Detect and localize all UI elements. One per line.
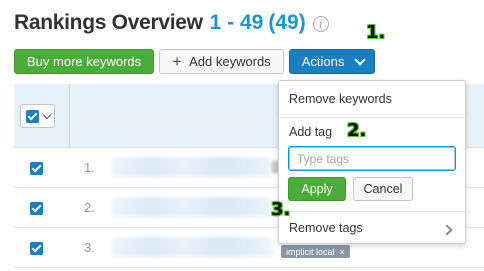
add-tag-label: Add tag <box>289 125 333 139</box>
chevron-down-icon <box>42 110 52 119</box>
blurred-keyword <box>112 237 272 257</box>
select-all-checkbox[interactable] <box>26 109 39 123</box>
row-rank: 1. <box>84 160 95 175</box>
add-keywords-label: Add keywords <box>189 54 271 69</box>
buy-more-keywords-button[interactable]: Buy more keywords <box>14 49 155 74</box>
chevron-down-icon <box>354 53 367 66</box>
step-marker-3: 3. <box>271 199 291 220</box>
chevron-right-icon <box>441 224 453 236</box>
actions-label: Actions <box>301 54 345 69</box>
actions-button[interactable]: Actions <box>288 49 376 74</box>
row-rank: 3. <box>84 240 95 255</box>
row-checkbox[interactable] <box>30 202 43 215</box>
info-icon[interactable]: i <box>312 16 329 32</box>
row-checkbox[interactable] <box>30 162 43 175</box>
menu-item-remove-keywords[interactable]: Remove keywords <box>289 92 392 106</box>
row-checkbox[interactable] <box>30 242 43 255</box>
rankings-count: (49) <box>268 11 306 34</box>
blurred-keyword <box>112 197 272 217</box>
column-divider <box>69 84 70 148</box>
menu-divider <box>279 117 465 118</box>
menu-divider <box>279 211 465 212</box>
tag-input[interactable] <box>288 146 456 171</box>
cancel-button[interactable]: Cancel <box>353 177 413 201</box>
buy-more-keywords-label: Buy more keywords <box>27 54 142 69</box>
menu-item-remove-tags[interactable]: Remove tags <box>289 221 363 235</box>
tag-chip-label: implicit local <box>286 246 335 257</box>
row-rank: 2. <box>84 200 95 215</box>
close-icon[interactable]: × <box>340 247 345 257</box>
plus-icon: + <box>172 52 183 71</box>
toolbar: Buy more keywords + Add keywords Actions <box>14 49 376 74</box>
actions-dropdown-menu: Remove keywords Add tag Apply Cancel Rem… <box>278 80 466 244</box>
select-all-dropdown[interactable] <box>20 104 55 128</box>
add-keywords-button[interactable]: + Add keywords <box>159 49 284 74</box>
apply-button[interactable]: Apply <box>288 177 346 201</box>
step-marker-1: 1. <box>366 22 386 43</box>
tag-chip[interactable]: implicit local × <box>281 245 350 258</box>
rankings-range: 1 - 49 <box>209 11 264 34</box>
blurred-keyword <box>112 157 272 177</box>
page-header: Rankings Overview 1 - 49 (49) i <box>14 8 329 38</box>
page-title: Rankings Overview <box>14 11 203 34</box>
step-marker-2: 2. <box>347 120 367 141</box>
